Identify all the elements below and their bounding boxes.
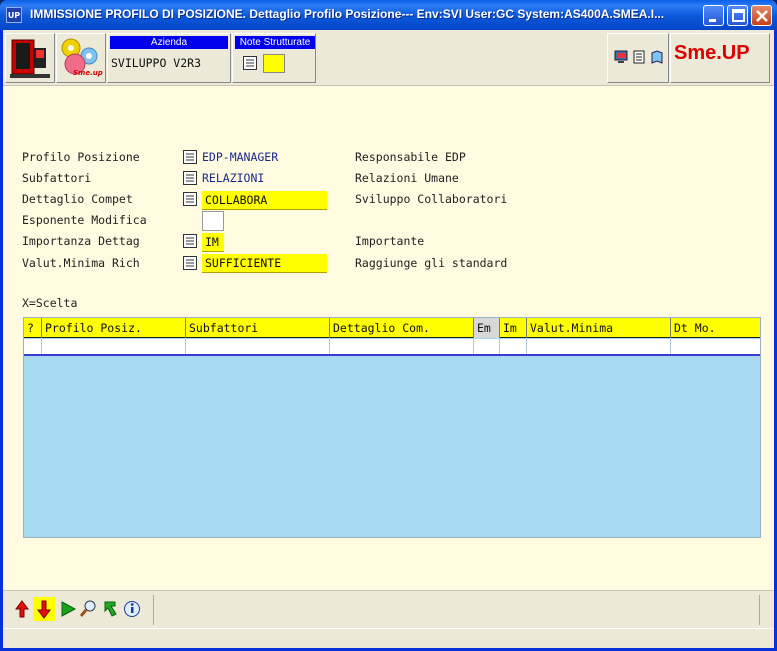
title-bar[interactable]: UP IMMISSIONE PROFILO DI POSIZIONE. Dett…: [0, 0, 777, 30]
monitor-icon[interactable]: [614, 50, 628, 64]
table-row[interactable]: [24, 339, 760, 356]
close-icon: [756, 10, 768, 22]
valut-minima-rich-label: Valut.Minima Rich: [22, 256, 140, 270]
application-window: UP IMMISSIONE PROFILO DI POSIZIONE. Dett…: [0, 0, 777, 651]
column-header-em[interactable]: Em: [474, 318, 500, 338]
arrow-up-icon[interactable]: [13, 599, 31, 619]
logo-caption: Sme.up: [73, 69, 103, 77]
window-title: IMMISSIONE PROFILO DI POSIZIONE. Dettagl…: [30, 7, 665, 21]
column-header-subfattori[interactable]: Subfattori: [186, 318, 330, 338]
table-cell[interactable]: [24, 339, 42, 354]
book-icon[interactable]: [650, 50, 664, 64]
search-icon[interactable]: [79, 599, 97, 619]
app-icon[interactable]: UP: [6, 7, 22, 23]
close-button[interactable]: [751, 5, 772, 26]
lookup-icon[interactable]: [183, 192, 197, 206]
lookup-icon[interactable]: [183, 234, 197, 248]
dettaglio-compet-description: Sviluppo Collaboratori: [355, 192, 508, 206]
table-cell: [186, 339, 330, 354]
lookup-icon[interactable]: [183, 150, 197, 164]
arrow-down-button[interactable]: [33, 597, 55, 621]
lookup-icon[interactable]: [183, 256, 197, 270]
exit-door-icon: [10, 39, 50, 78]
dettaglio-compet-field[interactable]: COLLABORA: [202, 191, 327, 210]
table-cell: [330, 339, 474, 354]
importanza-dettag-description: Importante: [355, 234, 425, 248]
maximize-icon: [732, 9, 745, 22]
selection-hint: X=Scelta: [22, 296, 78, 310]
minimize-icon: [709, 19, 716, 22]
esponente-modifica-label: Esponente Modifica: [22, 213, 147, 227]
smeup-brand-logo: Sme.UP: [674, 42, 750, 64]
status-bar: [3, 628, 774, 648]
importanza-dettag-label: Importanza Dettag: [22, 234, 140, 248]
play-icon[interactable]: [59, 599, 77, 619]
table-cell: [500, 339, 527, 354]
info-icon[interactable]: [123, 599, 141, 619]
column-header-valut-minima[interactable]: Valut.Minima: [527, 318, 671, 338]
bottom-toolbar: [3, 590, 774, 628]
tools-panel: [607, 33, 669, 83]
valut-minima-rich-description: Raggiunge gli standard: [355, 256, 508, 270]
smeup-brand-button[interactable]: Sme.UP: [670, 33, 770, 83]
azienda-value: SVILUPPO V2R3: [111, 56, 202, 70]
column-header-dt-mo[interactable]: Dt Mo.: [671, 318, 760, 338]
subfattori-description: Relazioni Umane: [355, 171, 459, 185]
document-icon[interactable]: [632, 50, 646, 64]
note-button[interactable]: [263, 54, 285, 73]
lookup-icon[interactable]: [183, 171, 197, 185]
grid-header: ? Profilo Posiz. Subfattori Dettaglio Co…: [24, 318, 760, 338]
minimize-button[interactable]: [703, 5, 724, 26]
grid-icon[interactable]: [243, 56, 257, 70]
maximize-button[interactable]: [727, 5, 748, 26]
esponente-modifica-field[interactable]: [202, 211, 224, 231]
arrow-down-icon: [37, 600, 51, 619]
column-header-im[interactable]: Im: [500, 318, 527, 338]
profilo-posizione-label: Profilo Posizione: [22, 150, 140, 164]
subfattori-value[interactable]: RELAZIONI: [202, 171, 264, 185]
azienda-header: Azienda: [110, 36, 228, 49]
exit-button[interactable]: [5, 33, 55, 83]
dettaglio-compet-label: Dettaglio Compet: [22, 192, 133, 206]
profilo-posizione-description: Responsabile EDP: [355, 150, 466, 164]
client-area: Sme.up Azienda SVILUPPO V2R3 Note Strutt…: [3, 30, 774, 648]
table-cell: [671, 339, 760, 354]
table-cell: [42, 339, 186, 354]
importanza-dettag-field[interactable]: IM: [202, 233, 224, 252]
top-toolbar: Sme.up Azienda SVILUPPO V2R3 Note Strutt…: [3, 30, 774, 86]
subfattori-label: Subfattori: [22, 171, 92, 185]
smeup-logo-button[interactable]: Sme.up: [56, 33, 106, 83]
column-header-dettaglio[interactable]: Dettaglio Com.: [330, 318, 474, 338]
column-header-select[interactable]: ?: [24, 318, 42, 338]
profilo-posizione-value[interactable]: EDP-MANAGER: [202, 150, 278, 164]
azienda-panel: Azienda SVILUPPO V2R3: [107, 33, 231, 83]
table-cell: [527, 339, 671, 354]
note-panel: Note Strutturate: [232, 33, 316, 83]
toolbar-divider: [153, 595, 154, 625]
valut-minima-rich-field[interactable]: SUFFICIENTE: [202, 254, 327, 273]
column-header-profilo[interactable]: Profilo Posiz.: [42, 318, 186, 338]
refresh-icon[interactable]: [101, 599, 119, 619]
toolbar-divider: [759, 595, 760, 625]
result-grid[interactable]: ? Profilo Posiz. Subfattori Dettaglio Co…: [23, 317, 761, 538]
note-header: Note Strutturate: [235, 36, 315, 49]
table-cell: [474, 339, 500, 354]
